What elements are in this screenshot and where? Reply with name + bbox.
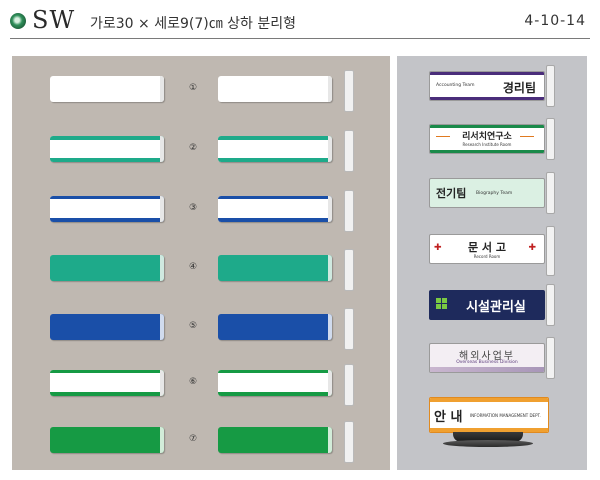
sign-subtitle: Research Institute Room bbox=[462, 142, 512, 147]
example-sign: 리서치연구소 Research Institute Room bbox=[429, 124, 545, 154]
wall-bracket bbox=[546, 65, 555, 107]
wall-bracket bbox=[546, 226, 555, 276]
variant-2-front bbox=[50, 136, 164, 162]
sign-title: 전기팀 bbox=[436, 187, 467, 200]
variant-7-front bbox=[50, 427, 164, 453]
series-name: SW bbox=[32, 6, 76, 34]
example-sign: ✚ ✚ 문 서 고 Record Room bbox=[429, 234, 545, 264]
example-sign: 해외사업부 Overseas Business Division bbox=[429, 343, 545, 373]
variant-6-side bbox=[218, 370, 332, 396]
variant-number: ⑦ bbox=[188, 434, 198, 444]
wall-bracket bbox=[344, 308, 354, 350]
example-sign: 안 내 INFORMATION MANAGEMENT DEPT. bbox=[429, 397, 549, 433]
variant-number: ① bbox=[188, 83, 198, 93]
variant-1-side bbox=[218, 76, 332, 102]
example-sign: 전기팀 Biography Team bbox=[429, 178, 545, 208]
variant-5-front bbox=[50, 314, 164, 340]
sign-subtitle: INFORMATION MANAGEMENT DEPT. bbox=[470, 413, 541, 418]
variant-number: ④ bbox=[188, 262, 198, 272]
variant-number: ⑤ bbox=[188, 321, 198, 331]
sign-subtitle: Accounting Team bbox=[436, 83, 475, 88]
examples-panel: Accounting Team 경리팀 리서치연구소 Research Inst… bbox=[397, 56, 587, 470]
variant-6-front bbox=[50, 370, 164, 396]
example-sign: 시설관리실 bbox=[429, 290, 545, 320]
grid-icon bbox=[436, 298, 448, 310]
sign-subtitle: Biography Team bbox=[476, 191, 513, 196]
variant-number: ⑥ bbox=[188, 377, 198, 387]
sign-subtitle: Overseas Business Division bbox=[456, 360, 518, 365]
variant-2-side bbox=[218, 136, 332, 162]
wall-bracket bbox=[344, 130, 354, 172]
sign-title: 리서치연구소 bbox=[462, 132, 512, 142]
page-header: SW 가로30 × 세로9(7)㎝ 상하 분리형 4-10-14 bbox=[0, 0, 600, 42]
sign-base bbox=[443, 440, 533, 447]
sign-title: 안 내 bbox=[434, 410, 463, 425]
wall-bracket bbox=[344, 421, 354, 463]
variant-5-side bbox=[218, 314, 332, 340]
sign-title: 경리팀 bbox=[502, 81, 536, 95]
variant-number: ③ bbox=[188, 203, 198, 213]
variant-3-front bbox=[50, 196, 164, 222]
variant-7-side bbox=[218, 427, 332, 453]
wall-bracket bbox=[344, 190, 354, 232]
variant-4-front bbox=[50, 255, 164, 281]
wall-bracket bbox=[344, 70, 354, 112]
sign-title: 시설관리실 bbox=[466, 300, 526, 315]
variant-1-front bbox=[50, 76, 164, 102]
wall-bracket bbox=[546, 118, 555, 160]
wall-bracket bbox=[344, 364, 354, 406]
variant-3-side bbox=[218, 196, 332, 222]
wall-bracket bbox=[546, 172, 555, 214]
header-divider bbox=[10, 38, 590, 39]
example-sign: Accounting Team 경리팀 bbox=[429, 71, 545, 101]
variant-4-side bbox=[218, 255, 332, 281]
wall-bracket bbox=[546, 337, 555, 379]
logo-icon bbox=[10, 13, 26, 29]
sign-subtitle: Record Room bbox=[473, 254, 501, 259]
variant-number: ② bbox=[188, 143, 198, 153]
wall-bracket bbox=[546, 284, 555, 326]
size-description: 가로30 × 세로9(7)㎝ 상하 분리형 bbox=[90, 16, 297, 32]
wall-bracket bbox=[344, 249, 354, 291]
sign-title: 문 서 고 bbox=[467, 241, 507, 254]
variants-panel: ① ② ③ ④ ⑤ ⑥ ⑦ bbox=[12, 56, 390, 470]
product-code: 4-10-14 bbox=[524, 13, 586, 29]
